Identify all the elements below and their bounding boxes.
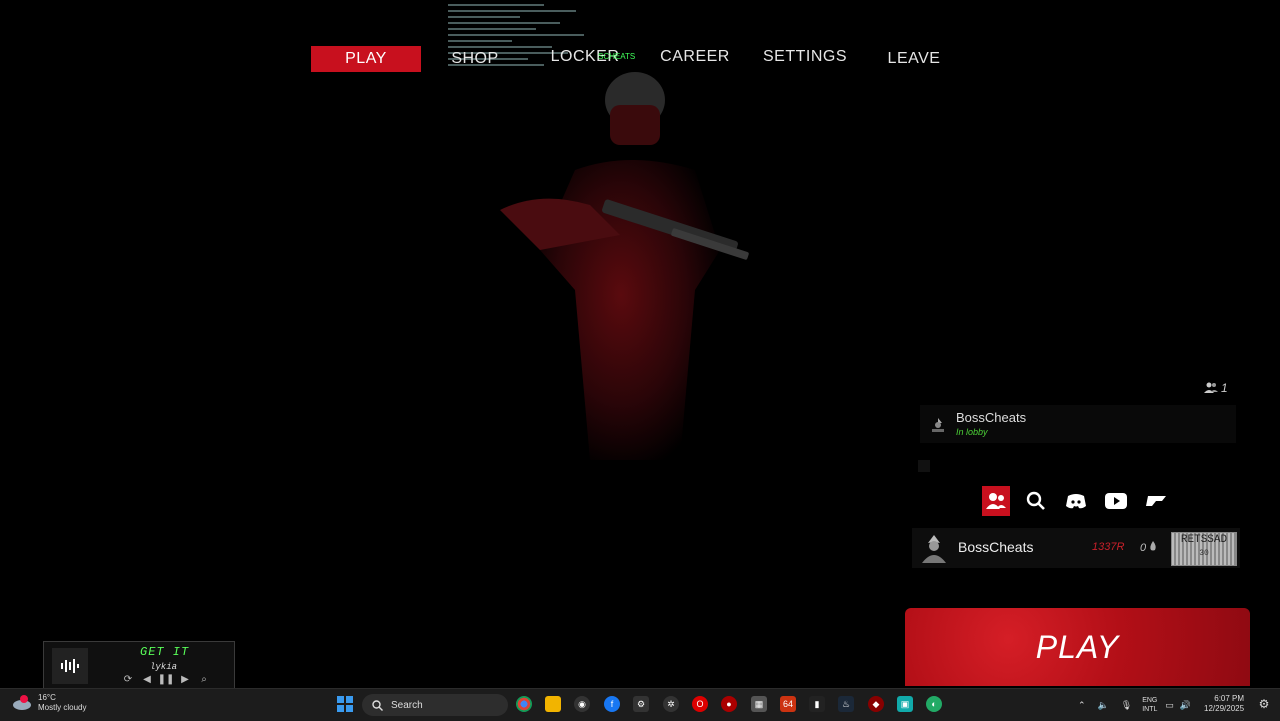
nav-settings[interactable]: SETTINGS <box>758 44 852 70</box>
app-circle-icon[interactable]: ◉ <box>574 696 590 712</box>
game-viewport: PLAY SHOP LOCKER CAREER SETTINGS LEAVE S… <box>0 0 1280 688</box>
friend-avatar <box>932 418 944 432</box>
chatgpt-icon[interactable]: ✲ <box>663 696 679 712</box>
rank-level: 30 <box>1199 549 1209 558</box>
app-dark-red-icon[interactable]: ◆ <box>868 696 884 712</box>
friend-card[interactable]: BossCheats In lobby <box>920 405 1236 443</box>
youtube-icon[interactable] <box>1102 486 1130 516</box>
taskbar: 16°C Mostly cloudy Search ◉ f ⚙ ✲ O ● ▦ … <box>0 688 1280 721</box>
fire-icon <box>1150 541 1156 551</box>
track-title: GET IT <box>140 645 190 659</box>
network-icon[interactable]: ▭ <box>1165 700 1174 711</box>
player-bar[interactable]: BossCheats 1337R 0 RETSSAD 30 <box>912 528 1240 568</box>
system-tray: ⌃ 🔈 🎙 ENG INTL ▭ 🔊 <box>1078 689 1191 721</box>
media-controls: ⟳ ◀ ❚❚ ▶ ⌕ <box>122 673 210 685</box>
volume-tray-icon[interactable]: 🔈 <box>1098 700 1109 711</box>
overlay-tag: SCHEATS <box>598 52 636 61</box>
facebook-icon[interactable]: f <box>604 696 620 712</box>
steam-settings-icon[interactable]: ⚙ <box>633 696 649 712</box>
previous-icon[interactable]: ◀ <box>141 673 153 685</box>
media-search-icon[interactable]: ⌕ <box>198 673 210 685</box>
friend-count[interactable]: 1 <box>1204 381 1228 395</box>
friend-count-value: 1 <box>1221 381 1228 395</box>
rank-badge: RETSSAD 30 <box>1171 532 1237 566</box>
friend-name: BossCheats <box>956 410 1027 425</box>
equalizer-icon[interactable]: ▮ <box>809 696 825 712</box>
speaker-icon[interactable]: 🔊 <box>1180 700 1191 711</box>
weather-widget[interactable]: 16°C Mostly cloudy <box>12 693 86 713</box>
opera-icon[interactable]: O <box>692 696 708 712</box>
character-model <box>500 72 749 460</box>
cloud-icon <box>13 695 31 710</box>
tray-overflow-icon[interactable]: ⌃ <box>1078 700 1086 711</box>
player-money: 1337R <box>1092 541 1125 553</box>
notification-gear-icon[interactable]: ⚙ <box>1256 696 1272 712</box>
search-icon[interactable] <box>1022 486 1050 516</box>
nav-leave[interactable]: LEAVE <box>883 46 945 72</box>
taskbar-search-label: Search <box>391 699 423 711</box>
rank-text: RETSSAD <box>1180 534 1228 546</box>
mic-icon[interactable]: 🎙 <box>1121 700 1132 711</box>
pause-icon[interactable]: ❚❚ <box>158 673 175 685</box>
next-icon[interactable]: ▶ <box>179 673 191 685</box>
steam-icon[interactable]: ♨ <box>838 696 854 712</box>
play-button[interactable]: PLAY <box>905 608 1250 686</box>
app-64-icon[interactable]: 64 <box>780 696 796 712</box>
nav-play[interactable]: PLAY <box>311 46 421 72</box>
player-name: BossCheats <box>958 539 1034 555</box>
weather-temp: 16°C <box>38 693 56 702</box>
repeat-icon[interactable]: ⟳ <box>122 673 134 685</box>
friend-status: In lobby <box>956 427 988 437</box>
album-art <box>52 648 88 684</box>
taskbar-search[interactable]: Search <box>362 694 508 716</box>
app-red-icon[interactable]: ● <box>721 696 737 712</box>
nav-shop[interactable]: SHOP <box>445 46 505 72</box>
waveform-icon <box>61 659 79 673</box>
nav-career[interactable]: CAREER <box>657 44 733 70</box>
top-nav: PLAY SHOP LOCKER CAREER SETTINGS LEAVE S… <box>0 46 1280 74</box>
chrome-icon[interactable] <box>516 696 532 712</box>
add-friend-slot[interactable] <box>918 460 930 472</box>
friends-small-icon <box>1204 382 1218 393</box>
media-widget: GET IT lykia ⟳ ◀ ❚❚ ▶ ⌕ <box>43 641 235 688</box>
app-grid-icon[interactable]: ▦ <box>751 696 767 712</box>
clock-date: 12/29/2025 <box>1204 704 1245 713</box>
weather-desc: Mostly cloudy <box>38 703 87 712</box>
player-streak: 0 <box>1140 541 1157 554</box>
start-icon[interactable] <box>337 696 353 712</box>
clock[interactable]: 6:07 PM 12/29/2025 <box>1204 694 1244 714</box>
brand-logo-icon[interactable] <box>1142 486 1170 516</box>
track-artist: lykia <box>150 662 178 672</box>
friends-icon[interactable] <box>982 486 1010 516</box>
player-avatar <box>922 535 946 563</box>
language-indicator[interactable]: ENG INTL <box>1142 696 1157 714</box>
discord-icon[interactable] <box>1062 486 1090 516</box>
app-teal-icon[interactable]: ▣ <box>897 696 913 712</box>
clock-time: 6:07 PM <box>1214 694 1245 703</box>
file-explorer-icon[interactable] <box>545 696 561 712</box>
taskbar-search-icon <box>372 699 383 711</box>
app-green-icon[interactable]: ◐ <box>926 696 942 712</box>
